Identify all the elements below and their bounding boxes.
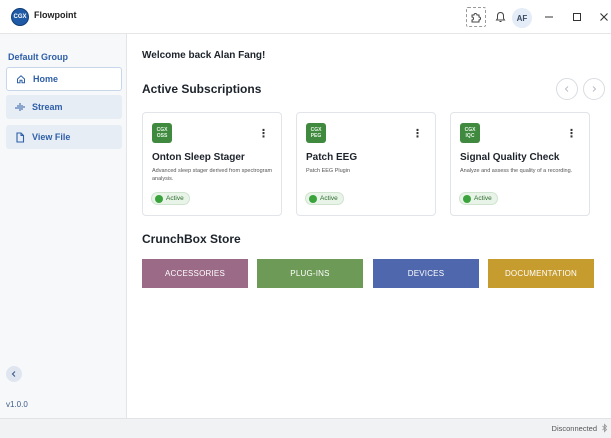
status-badge: Active	[305, 192, 344, 205]
status-dot-icon	[463, 194, 471, 203]
status-badge: Active	[459, 192, 498, 205]
sidebar-item-home[interactable]: Home	[6, 67, 122, 91]
sidebar-item-stream[interactable]: Stream	[6, 95, 122, 119]
card-description: Analyze and assess the quality of a reco…	[460, 168, 573, 174]
status-label: Active	[166, 195, 184, 202]
sidebar-item-label: View File	[32, 132, 71, 142]
plugin-logo: CGX IQC	[460, 123, 480, 143]
app-window: CGX Flowpoint AF Default Group Home Stre…	[0, 0, 611, 438]
maximize-icon	[573, 13, 581, 21]
plugin-logo: CGX PEG	[306, 123, 326, 143]
plugins-button[interactable]: PLUG-INS	[257, 259, 363, 288]
card-title: Onton Sleep Stager	[152, 152, 245, 163]
close-icon	[600, 13, 608, 21]
subscription-card-onton-sleep-stager[interactable]: CGX OSS ⋮ Onton Sleep Stager Advanced sl…	[142, 112, 282, 216]
app-logo: CGX	[11, 8, 29, 26]
puzzle-icon-graphic	[471, 13, 481, 23]
sidebar-item-label: Stream	[32, 102, 63, 112]
more-options-icon[interactable]: ⋮	[412, 127, 423, 140]
version-label: v1.0.0	[6, 400, 28, 409]
main-content: Welcome back Alan Fang! Active Subscript…	[128, 34, 611, 418]
status-label: Active	[320, 195, 338, 202]
file-icon	[14, 131, 26, 143]
documentation-button[interactable]: DOCUMENTATION	[488, 259, 594, 288]
sidebar-item-view-file[interactable]: View File	[6, 125, 122, 149]
group-label: Default Group	[8, 52, 68, 62]
minimize-icon	[545, 16, 553, 18]
status-label: Active	[474, 195, 492, 202]
carousel-next-button[interactable]	[583, 78, 605, 100]
maximize-button[interactable]	[568, 8, 586, 26]
subscription-card-signal-quality-check[interactable]: CGX IQC ⋮ Signal Quality Check Analyze a…	[450, 112, 590, 216]
chevron-right-icon	[592, 86, 597, 92]
more-options-icon[interactable]: ⋮	[566, 127, 577, 140]
plugin-logo-line2: PEG	[310, 133, 322, 139]
minimize-button[interactable]	[540, 8, 558, 26]
chevron-left-icon	[11, 371, 16, 377]
welcome-message: Welcome back Alan Fang!	[142, 50, 266, 61]
bell-icon[interactable]	[490, 7, 510, 27]
puzzle-icon[interactable]	[466, 7, 486, 27]
carousel-prev-button[interactable]	[556, 78, 578, 100]
bluetooth-icon[interactable]	[601, 423, 609, 435]
devices-button[interactable]: DEVICES	[373, 259, 479, 288]
title-bar: CGX Flowpoint AF	[0, 0, 611, 34]
home-icon	[15, 74, 27, 84]
card-title: Patch EEG	[306, 152, 358, 163]
card-description: Patch EEG Plugin	[306, 168, 351, 174]
status-bar: Disconnected	[0, 418, 611, 438]
plugin-logo-line2: OSS	[156, 133, 168, 139]
plugin-logo-line2: IQC	[465, 133, 475, 139]
bluetooth-icon-graphic	[602, 423, 608, 433]
more-options-icon[interactable]: ⋮	[258, 127, 269, 140]
collapse-sidebar-button[interactable]	[6, 366, 22, 382]
subscriptions-title: Active Subscriptions	[142, 82, 262, 96]
chevron-left-icon	[564, 86, 569, 92]
card-title: Signal Quality Check	[460, 152, 560, 163]
app-title: Flowpoint	[34, 10, 77, 20]
accessories-button[interactable]: ACCESSORIES	[142, 259, 248, 288]
status-dot-icon	[155, 194, 163, 203]
avatar[interactable]: AF	[512, 8, 532, 28]
bell-icon-graphic	[495, 11, 505, 22]
stream-icon	[14, 102, 26, 112]
sidebar: Default Group Home Stream View File v1.0…	[0, 34, 127, 418]
status-dot-icon	[309, 194, 317, 203]
sidebar-item-label: Home	[33, 74, 59, 84]
subscription-card-patch-eeg[interactable]: CGX PEG ⋮ Patch EEG Patch EEG Plugin Act…	[296, 112, 436, 216]
card-description: Advanced sleep stager derived from spect…	[152, 168, 273, 182]
close-button[interactable]	[595, 8, 611, 26]
connection-status: Disconnected	[551, 424, 597, 433]
plugin-logo: CGX OSS	[152, 123, 172, 143]
store-title: CrunchBox Store	[142, 232, 241, 246]
status-badge: Active	[151, 192, 190, 205]
